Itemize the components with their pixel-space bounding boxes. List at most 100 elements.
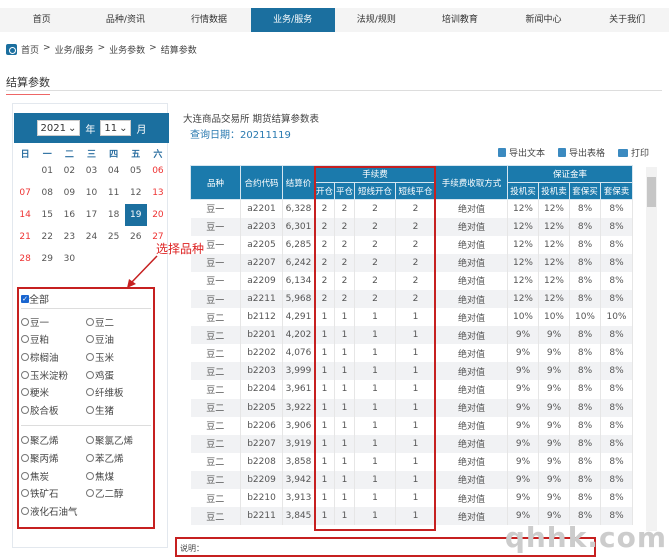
radio-icon	[86, 405, 94, 414]
calendar-day[interactable]: 05	[125, 160, 147, 182]
variety-radio[interactable]: 铁矿石	[21, 484, 86, 502]
variety-radio[interactable]: 胶合板	[21, 401, 86, 419]
variety-radio[interactable]: 焦炭	[21, 467, 86, 485]
variety-label: 棕榈油	[30, 352, 59, 364]
table-cell: 9%	[538, 470, 570, 489]
variety-radio[interactable]: 液化石油气	[21, 502, 86, 520]
calendar-day[interactable]: 11	[103, 182, 125, 204]
table-cell: 9%	[538, 489, 570, 508]
variety-radio[interactable]: 玉米	[86, 348, 151, 366]
breadcrumb-item[interactable]: 业务参数	[109, 43, 145, 56]
table-cell: 8%	[600, 362, 633, 381]
table-cell: 豆二	[190, 326, 241, 345]
calendar-day[interactable]: 23	[58, 226, 80, 248]
variety-label: 焦炭	[30, 471, 50, 483]
breadcrumb-item[interactable]: 业务/服务	[55, 43, 94, 56]
calendar-day[interactable]: 15	[36, 204, 58, 226]
nav-item-4[interactable]: 法规/规则	[335, 8, 419, 32]
table-cell: 3,999	[282, 362, 315, 381]
month-select[interactable]: 11 ⌄	[100, 120, 132, 136]
variety-radio[interactable]: 豆粕	[21, 331, 86, 349]
table-cell: 绝对值	[435, 398, 508, 417]
table-cell: 绝对值	[435, 271, 508, 290]
variety-radio[interactable]: 豆二	[86, 313, 151, 331]
variety-radio[interactable]: 乙二醇	[86, 484, 151, 502]
nav-item-3[interactable]: 业务/服务	[250, 8, 335, 32]
variety-radio[interactable]: 豆油	[86, 331, 151, 349]
calendar-day[interactable]: 25	[103, 226, 125, 248]
variety-radio[interactable]: 聚乙烯	[21, 432, 86, 450]
calendar-day[interactable]: 16	[58, 204, 80, 226]
calendar-day[interactable]: 09	[58, 182, 80, 204]
calendar-day[interactable]: 19	[124, 204, 147, 226]
scrollbar-thumb[interactable]	[647, 177, 656, 207]
variety-label: 聚乙烯	[30, 436, 59, 448]
nav-item-6[interactable]: 新闻中心	[502, 8, 586, 32]
calendar-day[interactable]: 12	[125, 182, 147, 204]
calendar-day[interactable]: 10	[80, 182, 102, 204]
table-cell: a2207	[240, 253, 283, 272]
table-cell: 10%	[600, 308, 633, 327]
variety-radio[interactable]: 粳米	[21, 383, 86, 401]
table-cell: 豆二	[190, 452, 241, 471]
nav-item-0[interactable]: 首页	[0, 8, 84, 32]
table-cell: b2208	[240, 452, 283, 471]
variety-radio[interactable]: 焦煤	[86, 467, 151, 485]
variety-radio[interactable]: 聚氯乙烯	[86, 432, 151, 450]
print-button[interactable]: 打印	[618, 146, 649, 159]
radio-icon	[86, 471, 94, 480]
calendar-empty	[80, 248, 102, 270]
calendar-day[interactable]: 02	[58, 160, 80, 182]
nav-item-1[interactable]: 品种/资讯	[84, 8, 168, 32]
calendar-day[interactable]: 28	[14, 248, 36, 270]
calendar-day[interactable]: 07	[14, 182, 36, 204]
export-table-button[interactable]: 导出表格	[558, 146, 605, 159]
calendar-day[interactable]: 18	[103, 204, 125, 226]
table-cell: 豆一	[190, 289, 241, 309]
year-select[interactable]: 2021 ⌄	[36, 120, 81, 136]
calendar-day[interactable]: 17	[80, 204, 102, 226]
variety-radio[interactable]: 聚丙烯	[21, 449, 86, 467]
calendar-day[interactable]: 03	[80, 160, 102, 182]
variety-radio[interactable]: 生猪	[86, 401, 151, 419]
calendar-day[interactable]: 24	[80, 226, 102, 248]
table-cell: 8%	[600, 416, 633, 435]
calendar-day[interactable]: 13	[147, 182, 169, 204]
calendar-day[interactable]: 29	[36, 248, 58, 270]
printer-icon	[618, 148, 628, 157]
table-scrollbar[interactable]	[646, 167, 657, 531]
nav-item-5[interactable]: 培训教育	[418, 8, 502, 32]
weekday-header: 二	[64, 149, 74, 160]
breadcrumb-item: 结算参数	[160, 46, 197, 56]
radio-icon	[21, 471, 29, 480]
export-text-button[interactable]: 导出文本	[498, 146, 545, 159]
nav-item-7[interactable]: 关于我们	[585, 8, 669, 32]
variety-radio[interactable]: 苯乙烯	[86, 449, 151, 467]
calendar-day[interactable]: 26	[125, 226, 147, 248]
calendar-day[interactable]: 01	[36, 160, 58, 182]
calendar-day[interactable]: 21	[14, 226, 36, 248]
variety-radio[interactable]: 鸡蛋	[86, 366, 151, 384]
table-cell: a2203	[240, 217, 283, 236]
table-cell: 9%	[538, 416, 570, 435]
variety-radio[interactable]: 纤维板	[86, 383, 151, 401]
calendar-day[interactable]: 20	[147, 204, 169, 226]
table-cell: 9%	[507, 489, 539, 508]
calendar-day[interactable]: 08	[36, 182, 58, 204]
variety-radio[interactable]: 玉米淀粉	[21, 366, 86, 384]
radio-icon	[86, 317, 94, 326]
table-cell: 9%	[538, 398, 570, 417]
nav-item-2[interactable]: 行情数据	[167, 8, 251, 32]
calendar-day[interactable]: 22	[36, 226, 58, 248]
variety-all-checkbox[interactable]: ✓ 全部	[21, 291, 151, 309]
variety-radio[interactable]: 豆一	[21, 313, 86, 331]
calendar-day[interactable]: 04	[103, 160, 125, 182]
variety-radio[interactable]: 棕榈油	[21, 348, 86, 366]
calendar-day[interactable]: 06	[147, 160, 169, 182]
table-cell: 3,913	[282, 489, 315, 508]
calendar-day[interactable]: 30	[58, 248, 80, 270]
table-cell: a2211	[240, 289, 283, 309]
variety-label: 聚氯乙烯	[95, 436, 134, 448]
calendar-day[interactable]: 14	[14, 204, 36, 226]
breadcrumb-item[interactable]: 首页	[21, 43, 39, 56]
